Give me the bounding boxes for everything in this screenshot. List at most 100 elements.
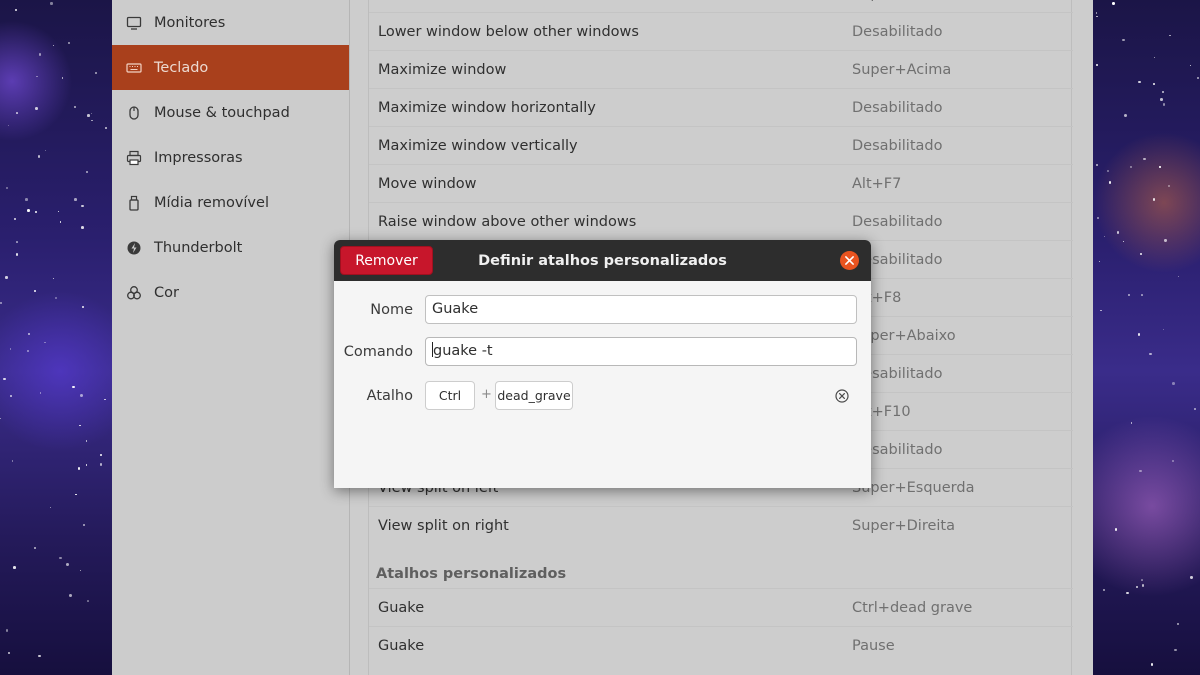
shortcut-row[interactable]: Maximize window Super+Acima xyxy=(369,50,1073,88)
name-label: Nome xyxy=(370,301,413,318)
star xyxy=(1174,648,1178,652)
sidebar-item-label: Cor xyxy=(154,284,179,301)
sidebar-item-color[interactable]: Cor xyxy=(112,270,349,315)
star xyxy=(0,301,3,305)
star xyxy=(1141,578,1144,581)
star xyxy=(1169,34,1172,37)
star xyxy=(1122,240,1124,242)
star xyxy=(11,460,13,462)
command-row: Comando guake -t xyxy=(334,337,871,366)
star xyxy=(1122,38,1125,42)
star xyxy=(10,394,13,397)
shortcut-action: View split on right xyxy=(378,517,509,534)
star xyxy=(14,8,18,12)
star xyxy=(1151,663,1154,666)
shortcut-action: Raise window above other windows xyxy=(378,213,637,230)
shortcut-accelerator: Alt+F8 xyxy=(852,289,902,306)
shortcut-accelerator: Desabilitado xyxy=(852,441,943,458)
custom-shortcut-dialog: Remover Definir atalhos personalizados N… xyxy=(334,240,871,488)
star xyxy=(95,71,98,74)
star xyxy=(66,563,70,566)
star xyxy=(36,75,38,78)
star xyxy=(1138,80,1142,84)
star xyxy=(49,507,51,509)
star xyxy=(85,171,89,174)
star xyxy=(105,126,107,129)
star xyxy=(1095,64,1098,67)
star xyxy=(1116,231,1119,234)
shortcut-action: Guake xyxy=(378,637,425,654)
name-row: Nome Guake xyxy=(334,295,871,324)
star xyxy=(5,629,9,633)
shortcut-row: Atalho Ctrl + dead_grave xyxy=(334,381,871,410)
shortcut-action: Guake xyxy=(378,599,425,616)
sidebar-item-label: Impressoras xyxy=(154,149,243,166)
shortcut-accelerator: Desabilitado xyxy=(852,365,943,382)
star xyxy=(1096,164,1098,166)
key-dead-grave: dead_grave xyxy=(495,381,573,410)
star xyxy=(1104,236,1106,238)
star xyxy=(1130,422,1132,424)
star xyxy=(0,418,2,420)
star xyxy=(80,570,82,572)
star xyxy=(52,277,54,279)
star xyxy=(53,44,55,46)
star xyxy=(1189,64,1192,67)
sidebar-item-printer[interactable]: Impressoras xyxy=(112,135,349,180)
dialog-title: Definir atalhos personalizados xyxy=(478,252,727,269)
clear-shortcut-icon[interactable] xyxy=(835,389,849,403)
star xyxy=(87,600,89,602)
star xyxy=(72,385,75,389)
shortcut-row[interactable]: Lower window below other windows Desabili… xyxy=(369,12,1073,50)
star xyxy=(16,112,18,114)
custom-shortcut-row[interactable]: Guake Ctrl+dead grave xyxy=(369,588,1073,626)
star xyxy=(9,348,12,350)
sidebar-item-thunderbolt[interactable]: Thunderbolt xyxy=(112,225,349,270)
shortcut-row[interactable]: Raise window above other windows Desabili… xyxy=(369,202,1073,240)
star xyxy=(1159,166,1161,168)
shortcut-row[interactable]: View split on right Super+Direita xyxy=(369,506,1073,544)
star xyxy=(1172,381,1176,385)
sidebar-item-monitor[interactable]: Monitores xyxy=(112,0,349,45)
sidebar-item-keyboard[interactable]: Teclado xyxy=(112,45,349,90)
star xyxy=(35,106,39,110)
sidebar-item-removable-media[interactable]: Mídia removível xyxy=(112,180,349,225)
star xyxy=(13,566,16,569)
star xyxy=(1164,239,1167,242)
star xyxy=(27,208,31,212)
custom-shortcut-row[interactable]: Guake Pause xyxy=(369,626,1073,664)
sidebar-item-label: Mídia removível xyxy=(154,194,269,211)
star xyxy=(99,454,102,457)
sidebar-item-mouse[interactable]: Mouse & touchpad xyxy=(112,90,349,135)
star xyxy=(69,594,72,598)
shortcut-accelerator: Super+Acima xyxy=(852,61,952,78)
star xyxy=(37,155,41,158)
star xyxy=(81,226,85,230)
star xyxy=(77,467,81,470)
shortcut-row[interactable]: Maximize window horizontally Desabilitado xyxy=(369,88,1073,126)
sidebar-item-label: Mouse & touchpad xyxy=(154,104,290,121)
star xyxy=(1096,15,1098,18)
command-field[interactable]: guake -t xyxy=(425,337,857,366)
shortcut-row[interactable]: Hide window Super+H xyxy=(369,0,1073,12)
remove-button[interactable]: Remover xyxy=(340,246,433,275)
star xyxy=(16,241,18,243)
star xyxy=(1107,169,1110,172)
star xyxy=(1149,353,1152,356)
star xyxy=(1197,76,1200,79)
shortcut-row[interactable]: Maximize window vertically Desabilitado xyxy=(369,126,1073,164)
name-field[interactable]: Guake xyxy=(425,295,857,324)
close-button[interactable] xyxy=(840,251,859,270)
sidebar: Monitores Teclado Mouse & touchpad Impresso… xyxy=(112,0,350,675)
shortcut-accelerator: Desabilitado xyxy=(852,99,943,116)
star xyxy=(1153,82,1156,85)
star xyxy=(1171,460,1175,463)
star xyxy=(38,654,41,658)
star xyxy=(1177,276,1179,278)
star xyxy=(7,124,10,127)
shortcut-row[interactable]: Move window Alt+F7 xyxy=(369,164,1073,202)
shortcut-accelerator: Alt+F7 xyxy=(852,175,902,192)
dialog-titlebar: Remover Definir atalhos personalizados xyxy=(334,240,871,281)
shortcut-accelerator: Desabilitado xyxy=(852,137,943,154)
key-separator: + xyxy=(481,387,492,402)
